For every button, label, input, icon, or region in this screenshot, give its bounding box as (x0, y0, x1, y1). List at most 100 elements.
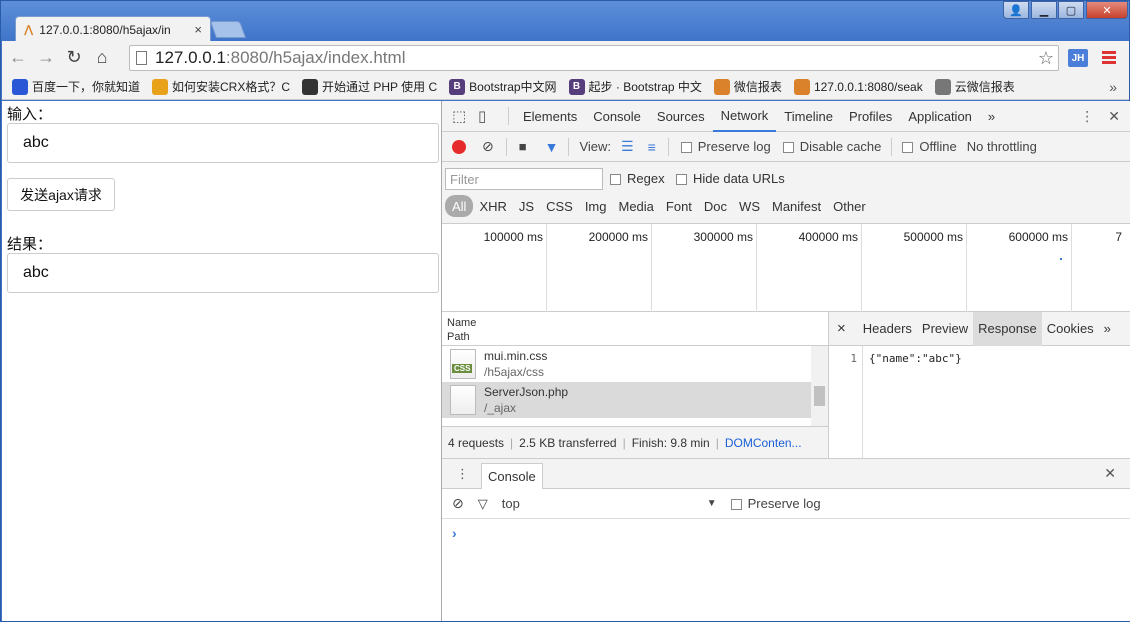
context-dropdown-icon[interactable]: ▼ (707, 498, 717, 509)
offline-checkbox[interactable]: Offline (902, 139, 957, 154)
address-bar[interactable]: 127.0.0.1:8080/h5ajax/index.html ☆ (129, 45, 1059, 71)
devtools-menu-icon[interactable]: ⋮ (1070, 108, 1104, 125)
send-ajax-button[interactable]: 发送ajax请求 (7, 178, 115, 211)
back-icon[interactable]: ← (6, 46, 30, 70)
regex-checkbox[interactable]: Regex (610, 171, 665, 186)
clear-icon[interactable]: ⊘ (482, 138, 494, 155)
tab-close-icon[interactable]: × (194, 22, 202, 37)
minimize-icon[interactable]: ▁ (1031, 1, 1057, 19)
filter-doc[interactable]: Doc (698, 195, 733, 217)
tab-console[interactable]: Console (585, 101, 649, 132)
detail-close-icon[interactable]: × (829, 312, 858, 346)
request-cell: mui.min.css/h5ajax/css (484, 348, 547, 380)
filter-xhr[interactable]: XHR (473, 195, 512, 217)
tab-timeline[interactable]: Timeline (776, 101, 841, 132)
bookmarks-more-icon[interactable]: » (1109, 79, 1117, 95)
summary-domcontentloaded: DOMConten... (724, 435, 802, 450)
tab-sources[interactable]: Sources (649, 101, 713, 132)
disable-cache-checkbox[interactable]: Disable cache (782, 139, 881, 154)
filter-media[interactable]: Media (612, 195, 659, 217)
bootstrap-icon: B (449, 78, 466, 95)
filter-font[interactable]: Font (660, 195, 698, 217)
filter-all[interactable]: All (445, 195, 474, 217)
filter-other[interactable]: Other (827, 195, 872, 217)
request-list-scrollbar[interactable] (811, 346, 828, 426)
tab-profiles[interactable]: Profiles (841, 101, 900, 132)
console-clear-icon[interactable]: ⊘ (452, 495, 464, 512)
request-cell: ServerJson.php /_ajax (484, 384, 568, 416)
detail-tabs: × Headers Preview Response Cookies» (829, 311, 1130, 346)
reload-icon[interactable]: ↻ (62, 46, 86, 70)
detail-tab-cookies[interactable]: Cookies (1042, 312, 1099, 346)
bookmark-item[interactable]: B 起步 · Bootstrap 中文 (568, 78, 702, 95)
camera-icon[interactable]: ■ (519, 139, 527, 154)
filter-icon[interactable]: ▼ (545, 139, 559, 155)
drawer-close-icon[interactable]: ✕ (1090, 465, 1130, 482)
bookmark-label: 云微信报表 (954, 80, 1015, 94)
filter-manifest[interactable]: Manifest (766, 195, 827, 217)
menu-icon[interactable] (1102, 51, 1116, 65)
result-field[interactable]: abc (7, 253, 439, 293)
user-icon[interactable]: 👤 (1003, 1, 1029, 19)
more-tabs-icon[interactable]: » (980, 101, 1003, 132)
request-list-header[interactable]: Name Path (442, 312, 828, 346)
bookmark-item[interactable]: 百度一下，你就知道 (12, 78, 140, 95)
home-icon[interactable]: ⌂ (90, 46, 114, 70)
timeline-tick: 200000 ms (547, 224, 652, 312)
scrollbar-thumb[interactable] (814, 386, 825, 406)
detail-tab-headers[interactable]: Headers (858, 312, 917, 346)
tab-network[interactable]: Network (712, 101, 777, 132)
filter-img[interactable]: Img (579, 195, 613, 217)
console-prompt[interactable]: › (442, 519, 1130, 541)
table-row[interactable]: ServerJson.php /_ajax (442, 382, 811, 418)
input-field[interactable]: abc (7, 123, 439, 163)
detail-tab-response[interactable]: Response (973, 311, 1042, 346)
throttling-select[interactable]: No throttling (967, 139, 1037, 154)
wave-icon (713, 78, 730, 95)
bookmark-item[interactable]: 云微信报表 (934, 78, 1015, 95)
drawer-tabs: ⋮ Console ✕ (442, 459, 1130, 489)
inspect-icon[interactable]: ⬚ (452, 107, 478, 125)
detail-tab-preview[interactable]: Preview (917, 312, 973, 346)
request-name: mui.min.css (484, 349, 548, 363)
record-icon[interactable] (452, 139, 466, 154)
bookmark-item[interactable]: 如何安装CRX格式？C (152, 78, 290, 95)
bookmark-label: 127.0.0.1:8080/seak (813, 79, 923, 94)
drawer-menu-icon[interactable]: ⋮ (442, 466, 481, 482)
devtools-close-icon[interactable]: ✕ (1104, 108, 1130, 125)
console-filter-icon[interactable]: ▽ (478, 496, 488, 512)
filter-input[interactable]: Filter (445, 168, 603, 190)
filter-css[interactable]: CSS (540, 195, 579, 217)
forward-icon[interactable]: → (34, 46, 58, 70)
view-label: View: (579, 139, 612, 154)
preserve-log-checkbox[interactable]: Preserve log (680, 139, 771, 154)
drawer-console-tab[interactable]: Console (481, 462, 543, 489)
maximize-icon[interactable]: ▢ (1058, 1, 1084, 19)
hide-data-urls-checkbox[interactable]: Hide data URLs (676, 171, 785, 186)
context-select[interactable]: top (502, 496, 707, 511)
new-tab-button[interactable] (209, 21, 247, 38)
tab-elements[interactable]: Elements (515, 101, 585, 132)
bookmark-item[interactable]: B Bootstrap中文网 (449, 78, 557, 95)
device-toolbar-icon[interactable]: ▯ (478, 107, 508, 125)
bookmark-star-icon[interactable]: ☆ (1038, 48, 1054, 69)
bookmark-item[interactable]: 开始通过 PHP 使用 C (302, 78, 437, 95)
filter-js[interactable]: JS (513, 195, 540, 217)
window-close-icon[interactable]: ✕ (1086, 1, 1128, 19)
waterfall-icon[interactable]: ≡ (648, 139, 656, 155)
line-numbers: 1 (829, 346, 863, 458)
large-rows-icon[interactable]: ☰ (621, 138, 634, 155)
table-row[interactable]: CSS mui.min.css/h5ajax/css (442, 346, 811, 382)
detail-more-icon[interactable]: » (1099, 312, 1116, 346)
console-preserve-log-checkbox[interactable]: Preserve log (730, 496, 821, 511)
extension-jh-icon[interactable]: JH (1068, 49, 1088, 67)
filter-ws[interactable]: WS (733, 195, 766, 217)
browser-tab[interactable]: ⋀ 127.0.0.1:8080/h5ajax/in × (15, 16, 211, 42)
cloud-icon (302, 78, 319, 95)
summary-transferred: 2.5 KB transferred (519, 435, 617, 450)
timeline-tick: 600000 ms (967, 224, 1072, 312)
resource-type-filters: All XHR JS CSS Img Media Font Doc WS Manifest Othe… (445, 195, 872, 217)
bookmark-item[interactable]: 微信报表 (713, 78, 782, 95)
tab-application[interactable]: Application (900, 101, 980, 132)
bookmark-item[interactable]: 127.0.0.1:8080/seak (793, 78, 923, 95)
